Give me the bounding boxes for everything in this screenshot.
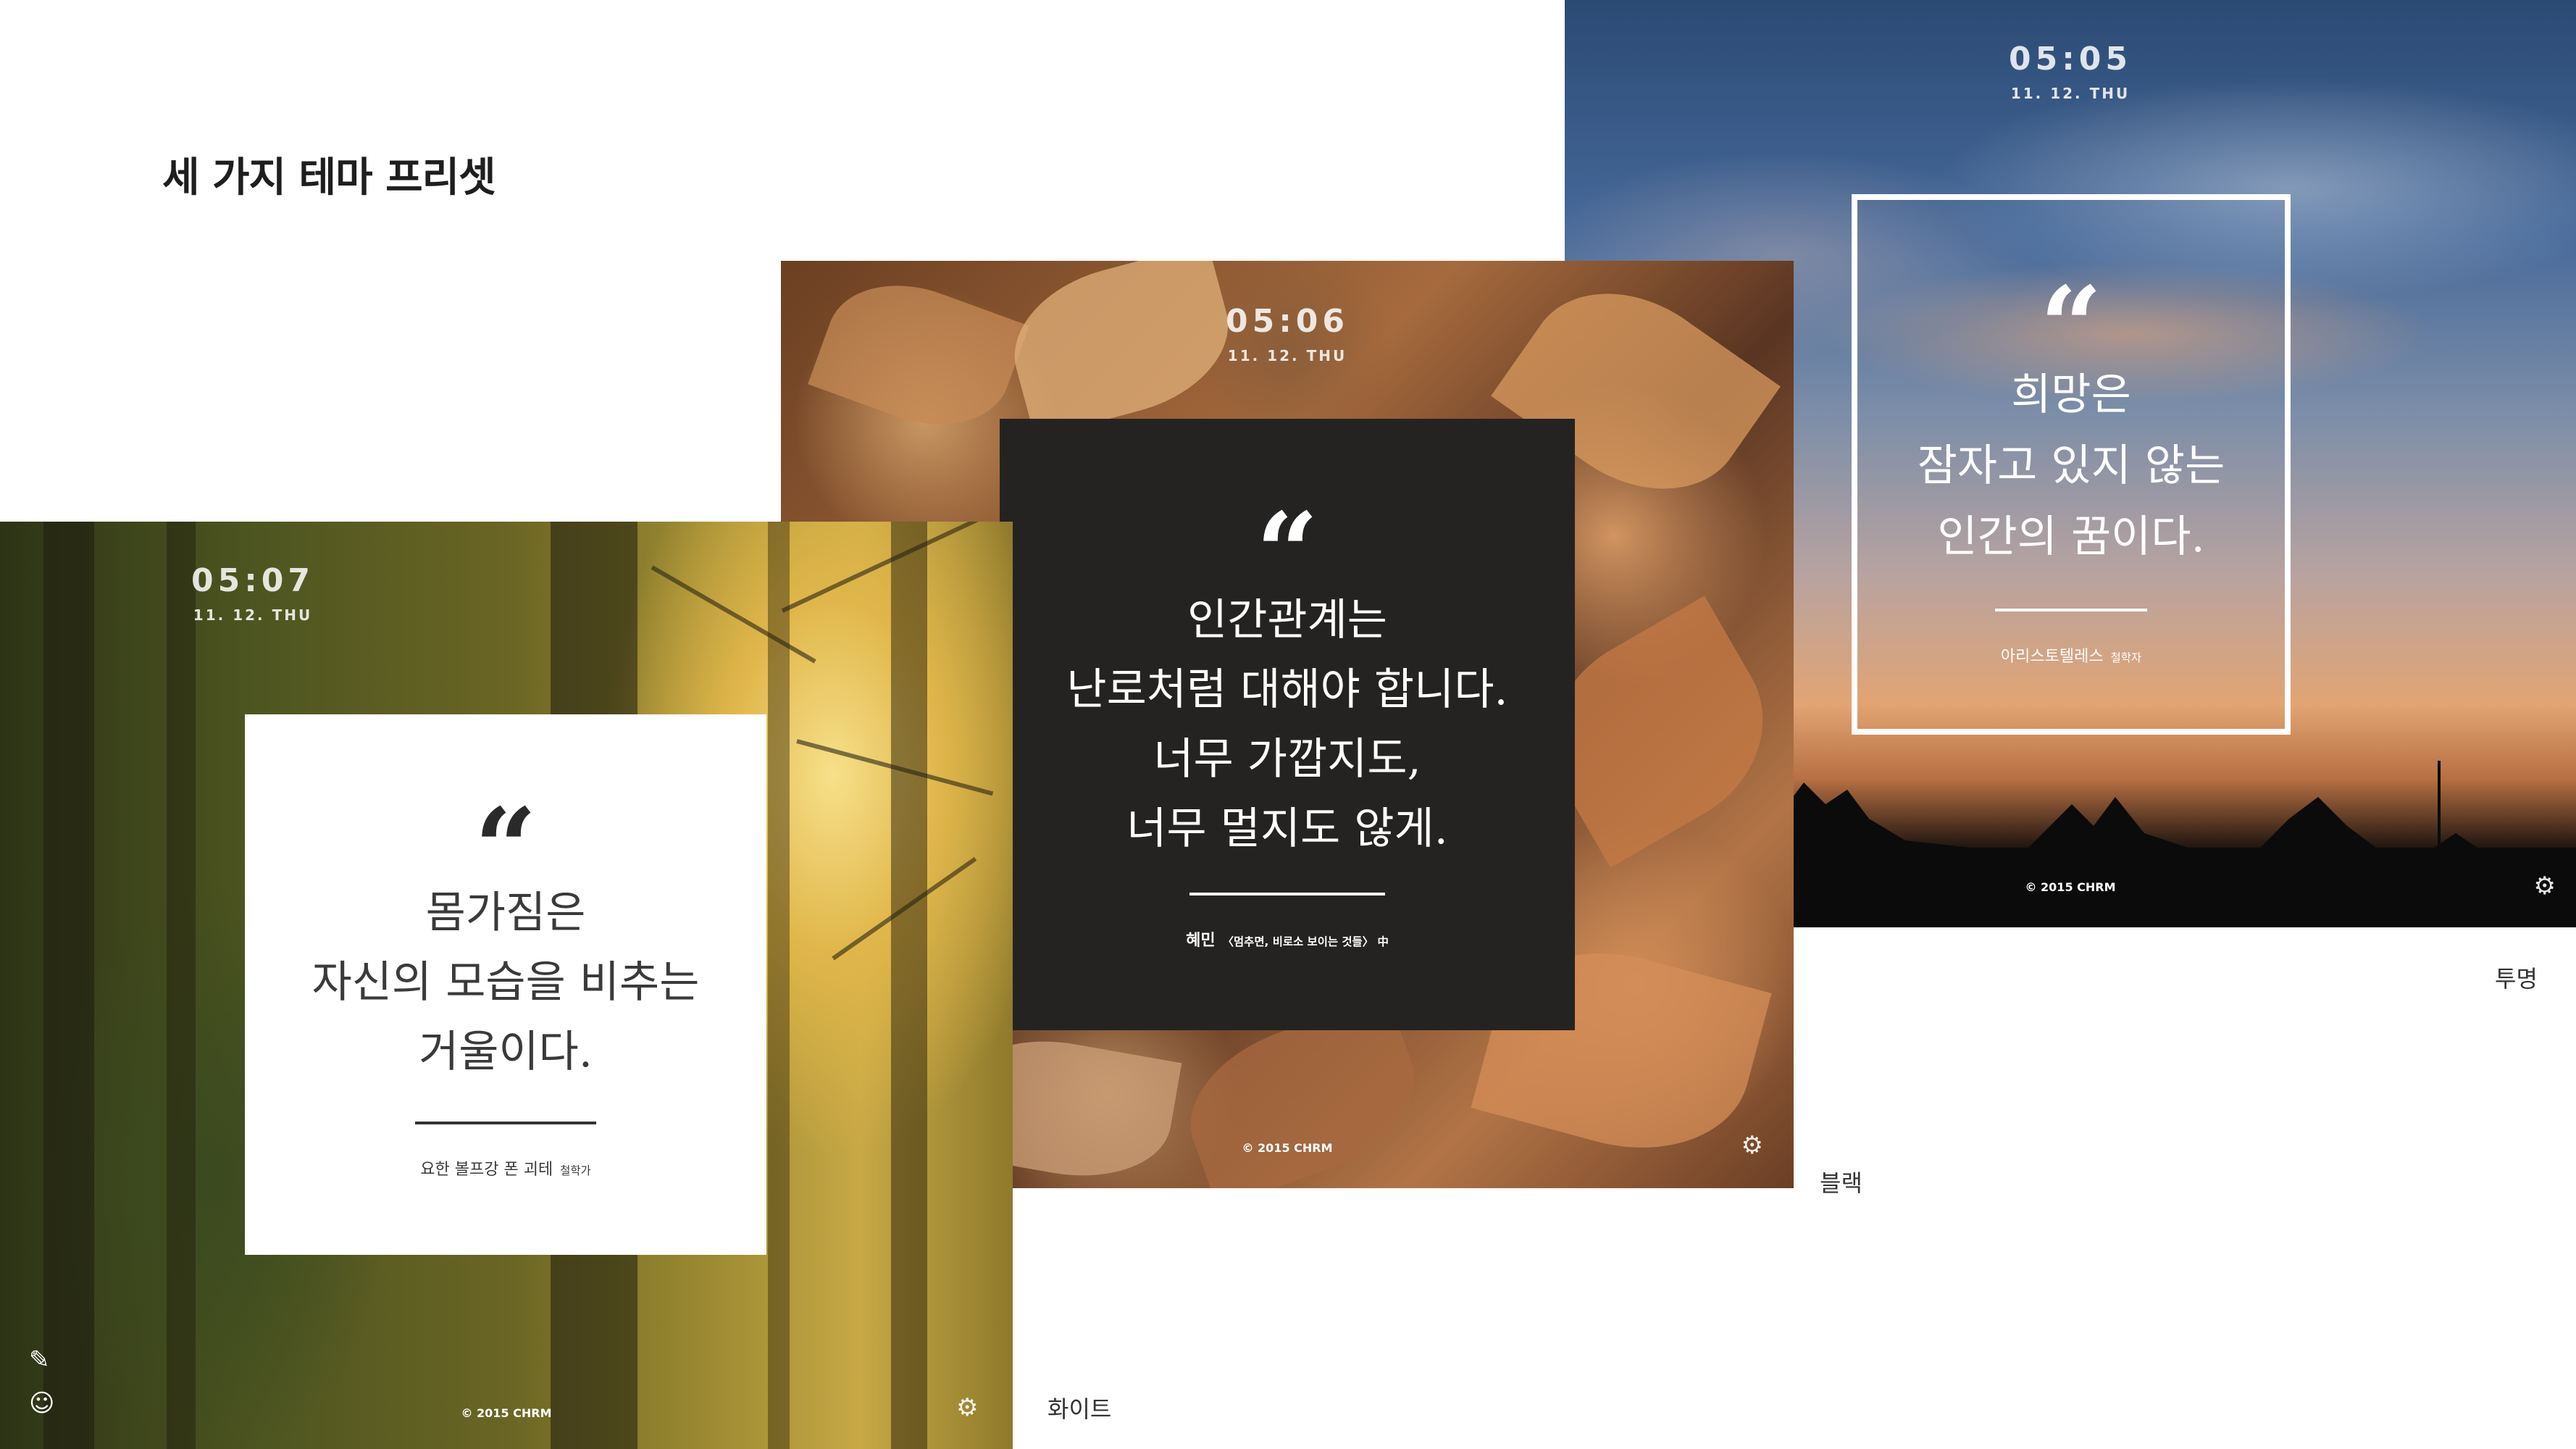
- author-role: 철학자: [2110, 651, 2142, 664]
- settings-icon[interactable]: ⚙: [1741, 1133, 1763, 1158]
- author-name: 아리스토텔레스: [2000, 648, 2104, 666]
- clock-time: 05:07: [191, 562, 315, 599]
- author-name: 혜민: [1186, 932, 1216, 950]
- caption-transparent: 투명: [2495, 965, 2538, 993]
- quote-line: 희망은: [2011, 369, 2131, 420]
- quote-line: 잠자고 있지 않는: [1917, 440, 2225, 491]
- quote-card: “ 인간관계는 난로처럼 대해야 합니다. 너무 가깝지도, 너무 멀지도 않게…: [1000, 419, 1575, 1030]
- quote-line: 거울이다.: [419, 1027, 593, 1077]
- quote-author: 요한 볼프강 폰 괴테 철학가: [245, 1156, 766, 1179]
- caption-black: 블랙: [1820, 1169, 1862, 1197]
- quote-line: 인간의 꿈이다.: [1937, 511, 2205, 562]
- quote-line: 난로처럼 대해야 합니다.: [1066, 664, 1508, 715]
- quote-card: “ 몸가짐은 자신의 모습을 비추는 거울이다. 요한 볼프강 폰 괴테 철학가: [245, 714, 766, 1255]
- clock-date: 11. 12. THU: [2010, 85, 2130, 102]
- quote-line: 자신의 모습을 비추는: [311, 957, 700, 1008]
- pencil-icon[interactable]: ✎: [29, 1348, 50, 1372]
- clock: 05:05 11. 12. THU: [1565, 41, 2576, 102]
- quote-line: 인간관계는: [1187, 595, 1387, 646]
- clock: 05:07 11. 12. THU: [0, 562, 1013, 624]
- quote-line: 너무 가깝지도,: [1153, 734, 1421, 785]
- quote-mark-icon: “: [2039, 263, 2103, 391]
- clock-date: 11. 12. THU: [1227, 347, 1347, 364]
- quote-mark-icon: “: [1255, 489, 1319, 617]
- divider: [1189, 893, 1385, 895]
- caption-white: 화이트: [1047, 1395, 1112, 1423]
- author-role: 철학가: [560, 1164, 591, 1177]
- settings-icon[interactable]: ⚙: [2534, 874, 2556, 898]
- page-title: 세 가지 테마 프리셋: [162, 154, 496, 201]
- quote-line: 너무 멀지도 않게.: [1126, 803, 1448, 854]
- divider: [1995, 609, 2147, 611]
- quote-card: “ 희망은 잠자고 있지 않는 인간의 꿈이다. 아리스토텔레스 철학자: [1852, 194, 2291, 735]
- theme-preview-white: 05:07 11. 12. THU “ 몸가짐은 자신의 모습을 비추는 거울이…: [0, 522, 1013, 1449]
- copyright: © 2015 CHRM: [461, 1406, 552, 1420]
- author-name: 요한 볼프강 폰 괴테: [420, 1161, 553, 1179]
- quote-line: 몸가짐은: [425, 888, 586, 938]
- clock-date: 11. 12. THU: [193, 606, 313, 624]
- author-role: 〈멈추면, 비로소 보이는 것들〉 中: [1222, 935, 1389, 948]
- quote-mark-icon: “: [474, 785, 538, 912]
- clock-time: 05:05: [2008, 41, 2133, 78]
- divider: [415, 1122, 596, 1124]
- clock: 05:06 11. 12. THU: [781, 303, 1794, 364]
- settings-icon[interactable]: ⚙: [956, 1395, 978, 1420]
- clock-time: 05:06: [1225, 303, 1350, 340]
- quote-author: 혜민 〈멈추면, 비로소 보이는 것들〉 中: [1000, 927, 1575, 951]
- quote-author: 아리스토텔레스 철학자: [1857, 643, 2285, 667]
